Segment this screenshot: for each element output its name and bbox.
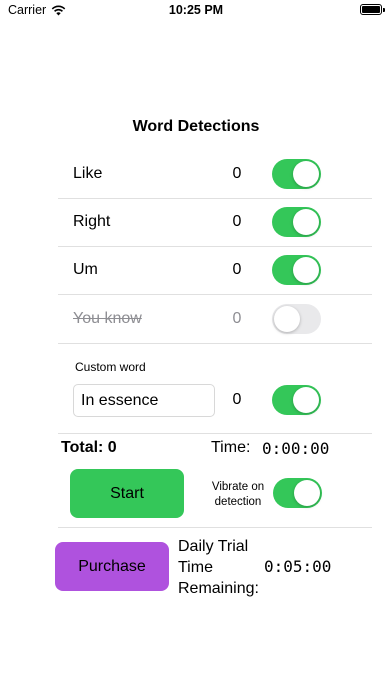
word-label: Like xyxy=(73,165,103,182)
custom-word-toggle[interactable] xyxy=(272,385,321,415)
trial-label: Daily Trial Time Remaining: xyxy=(178,538,259,597)
word-toggle-right[interactable] xyxy=(272,207,321,237)
total-count: Total: 0 xyxy=(61,439,117,456)
divider xyxy=(58,433,372,434)
trial-remaining-time: 0:05:00 xyxy=(264,557,332,576)
word-toggle-you-know[interactable] xyxy=(272,304,321,334)
word-label: You know xyxy=(73,310,142,327)
time-label: Time: xyxy=(211,439,251,456)
purchase-button[interactable]: Purchase xyxy=(55,542,169,591)
word-row-like: Like 0 xyxy=(58,150,372,198)
word-label: Um xyxy=(73,261,98,278)
word-row-um: Um 0 xyxy=(58,246,372,294)
custom-word-row: 0 xyxy=(58,376,372,424)
page-title: Word Detections xyxy=(132,118,260,135)
word-count: 0 xyxy=(232,391,242,408)
custom-word-label: Custom word xyxy=(75,360,146,374)
word-toggle-um[interactable] xyxy=(272,255,321,285)
word-count: 0 xyxy=(232,310,242,327)
vibrate-label: Vibrate on detection xyxy=(211,481,265,508)
word-row-right: Right 0 xyxy=(58,198,372,246)
elapsed-time: 0:00:00 xyxy=(262,439,330,458)
status-bar: Carrier 10:25 PM xyxy=(0,0,392,22)
divider xyxy=(58,343,372,344)
status-time: 10:25 PM xyxy=(168,3,224,17)
word-label: Right xyxy=(73,213,111,230)
word-toggle-like[interactable] xyxy=(272,159,321,189)
vibrate-toggle[interactable] xyxy=(273,478,322,508)
battery-icon xyxy=(360,4,385,15)
divider xyxy=(58,527,372,528)
start-button[interactable]: Start xyxy=(70,469,184,518)
word-count: 0 xyxy=(232,261,242,278)
word-count: 0 xyxy=(232,165,242,182)
word-row-you-know: You know 0 xyxy=(58,295,372,343)
word-count: 0 xyxy=(232,213,242,230)
